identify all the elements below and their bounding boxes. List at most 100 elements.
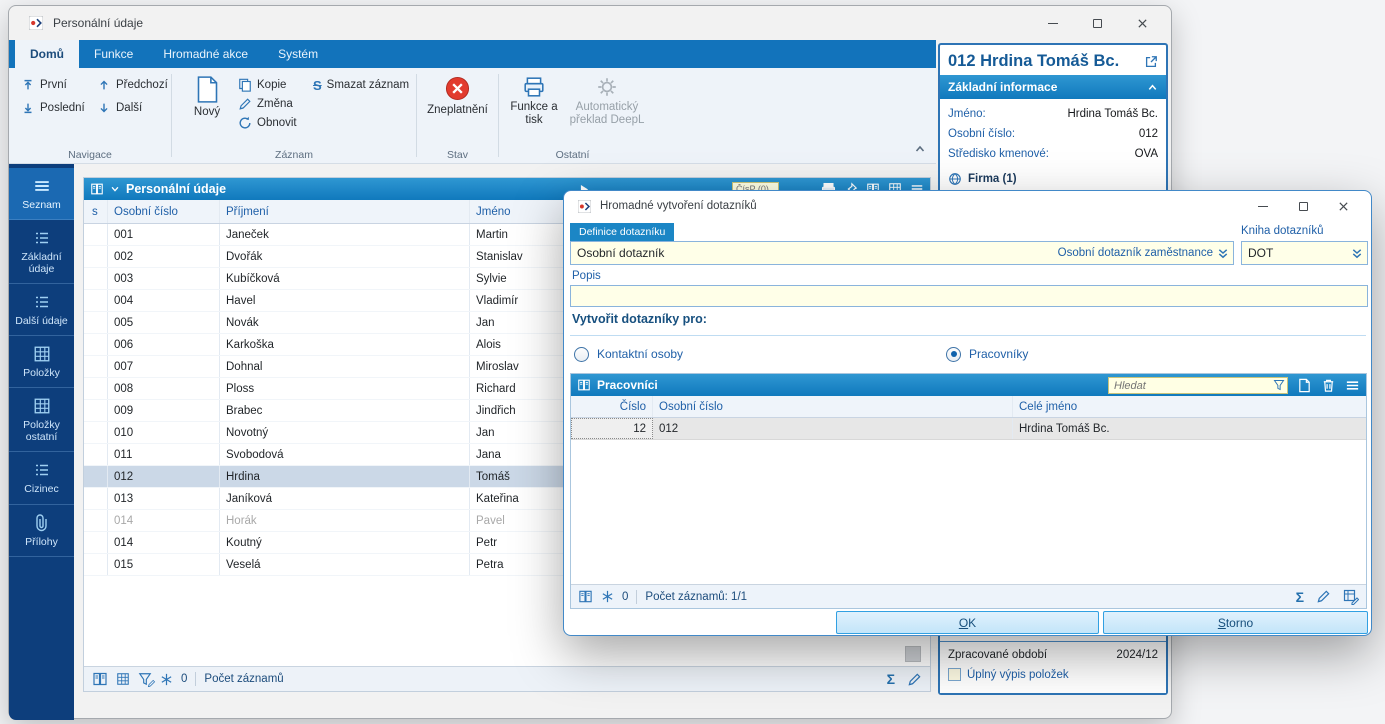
arrow-down-bar-icon (21, 101, 35, 115)
list-icon (33, 229, 51, 247)
detail-field-jmeno: Jméno: Hrdina Tomáš Bc. (940, 104, 1166, 124)
menu-icon[interactable] (1345, 378, 1360, 393)
gear-icon (596, 76, 618, 98)
book-icon (577, 378, 591, 392)
last-button[interactable]: Poslední (17, 98, 89, 118)
minimize-button[interactable] (1030, 6, 1075, 40)
change-button[interactable]: Změna (234, 94, 297, 114)
cell-cislo: 12 (571, 418, 653, 439)
book-value: DOT (1248, 246, 1274, 260)
processed-period-row: Zpracované období 2024/12 (940, 642, 1166, 665)
scrollbar-thumb[interactable] (905, 646, 921, 662)
sidebar-item-label: Cizinec (24, 483, 59, 496)
filter-icon[interactable] (1273, 379, 1285, 391)
cell-osobni-cislo: 014 (108, 510, 220, 531)
book-field[interactable]: DOT (1241, 241, 1368, 265)
bulk-edit-icon[interactable] (1343, 589, 1359, 605)
delete-record-button[interactable]: S Smazat záznam (309, 75, 413, 95)
column-header-cislo[interactable]: Číslo (571, 396, 653, 417)
deepl-translate-button[interactable]: Automatický překlad DeepL (569, 76, 645, 127)
cell-cele-jmeno: Hrdina Tomáš Bc. (1019, 422, 1110, 435)
tab-hromadne-akce[interactable]: Hromadné akce (148, 40, 263, 68)
storno-button[interactable]: Storno (1103, 611, 1368, 634)
book-icon[interactable] (92, 671, 108, 687)
sum-icon[interactable]: Σ (1296, 589, 1304, 605)
book-label: Kniha dotazníků (1241, 225, 1324, 237)
cell-state (84, 290, 108, 311)
dialog-maximize-button[interactable] (1283, 191, 1323, 221)
invalidate-button[interactable]: Zneplatnění (420, 76, 495, 117)
pencil-icon[interactable] (1316, 589, 1331, 604)
layout-icon[interactable] (116, 672, 130, 686)
sidebar-item-seznam[interactable]: Seznam (9, 168, 74, 221)
sidebar-item-zakladni-udaje[interactable]: Základní údaje (9, 220, 74, 285)
first-button[interactable]: První (17, 75, 71, 95)
pencil-icon[interactable] (907, 672, 922, 687)
cell-osobni-cislo: 013 (108, 488, 220, 509)
chevron-down-icon[interactable] (110, 184, 120, 194)
previous-button[interactable]: Předchozí (93, 75, 172, 95)
chevron-up-icon[interactable] (1147, 82, 1158, 93)
table-row[interactable]: 12 012 Hrdina Tomáš Bc. (571, 418, 1366, 440)
sidebar-item-polozky-ostatni[interactable]: Položky ostatní (9, 388, 74, 453)
sidebar-item-prilohy[interactable]: Přílohy (9, 505, 74, 557)
maximize-icon (1298, 201, 1308, 211)
column-header-prijmeni[interactable]: Příjmení (220, 200, 470, 223)
full-listing-checkbox[interactable] (948, 668, 961, 681)
refresh-label: Obnovit (257, 117, 297, 129)
radio-icon[interactable] (574, 346, 589, 362)
cell-prijmeni: Havel (220, 290, 470, 311)
column-header-s[interactable]: s (84, 200, 108, 223)
column-header-osobni-cislo[interactable]: Osobní číslo (653, 396, 1013, 417)
field-label: Osobní číslo: (948, 128, 1016, 140)
combo-dropdown-icon[interactable] (1217, 247, 1229, 260)
combo-dropdown-icon[interactable] (1351, 247, 1363, 260)
next-button[interactable]: Další (93, 98, 146, 118)
records-count-label: Počet záznamů: 1/1 (645, 590, 748, 603)
frozen-icon[interactable] (601, 590, 614, 603)
close-button[interactable] (1120, 6, 1165, 40)
column-header-cele-jmeno[interactable]: Celé jméno (1013, 396, 1366, 417)
list-icon (33, 177, 51, 195)
dialog-titlebar[interactable]: Hromadné vytvoření dotazníků (564, 191, 1371, 221)
printer-icon (523, 76, 545, 98)
cell-prijmeni: Novák (220, 312, 470, 333)
definition-tab[interactable]: Definice dotazníku (570, 223, 675, 241)
open-external-icon[interactable] (1144, 55, 1158, 69)
close-icon (1137, 18, 1148, 29)
collapse-ribbon-button[interactable] (914, 143, 926, 155)
description-field[interactable] (570, 285, 1368, 307)
cell-osobni-cislo: 009 (108, 400, 220, 421)
definition-field[interactable]: Osobní dotazník Osobní dotazník zaměstna… (570, 241, 1234, 265)
new-record-icon[interactable] (1297, 378, 1312, 393)
sidebar-item-dalsi-udaje[interactable]: Další údaje (9, 284, 74, 337)
main-titlebar[interactable]: Personální údaje (9, 6, 1171, 40)
copy-button[interactable]: Kopie (234, 75, 290, 95)
new-button[interactable]: Nový (184, 76, 230, 119)
filter-edit-icon[interactable] (138, 672, 152, 686)
book-icon[interactable] (578, 589, 593, 604)
tab-funkce[interactable]: Funkce (79, 40, 148, 68)
dialog-minimize-button[interactable] (1243, 191, 1283, 221)
radio-workers[interactable]: Pracovníky (946, 344, 1028, 364)
workers-search-input[interactable] (1108, 377, 1288, 395)
ok-button[interactable]: OK (836, 611, 1099, 634)
copy-icon (238, 78, 252, 92)
frozen-icon[interactable] (160, 673, 173, 686)
column-header-osobni-cislo[interactable]: Osobní číslo (108, 200, 220, 223)
sidebar-item-polozky[interactable]: Položky (9, 336, 74, 389)
delete-record-icon[interactable] (1321, 378, 1336, 393)
functions-print-button[interactable]: Funkce a tisk (501, 76, 567, 127)
tab-system[interactable]: Systém (263, 40, 333, 68)
radio-icon[interactable] (946, 346, 961, 362)
refresh-button[interactable]: Obnovit (234, 113, 301, 133)
maximize-button[interactable] (1075, 6, 1120, 40)
detail-section-header[interactable]: Základní informace (940, 75, 1166, 99)
tab-domu[interactable]: Domů (15, 40, 79, 68)
sum-icon[interactable]: Σ (887, 671, 895, 687)
sidebar-item-cizinec[interactable]: Cizinec (9, 452, 74, 505)
dialog-close-button[interactable] (1323, 191, 1363, 221)
cell-state (84, 422, 108, 443)
radio-contacts[interactable]: Kontaktní osoby (574, 344, 683, 364)
arrow-down-icon (97, 101, 111, 115)
